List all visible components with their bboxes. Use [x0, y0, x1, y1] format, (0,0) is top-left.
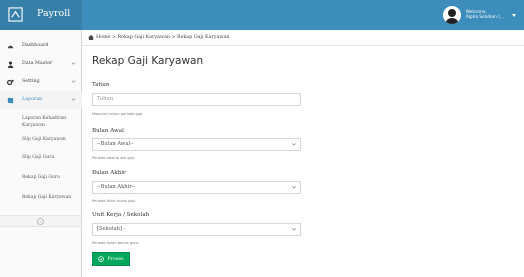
user-name: Alpha Solution (...: [465, 15, 504, 20]
bulan-awal-help: Periode awal bulan gaji.: [92, 156, 135, 160]
bulan-akhir-value: --Bulan Akhir--: [97, 184, 136, 190]
unit-kerja-label: Unit Kerja / Sekolah: [92, 212, 150, 218]
top-header: Payroll Welcome, Alpha Solution (...: [0, 0, 524, 30]
book-icon: [7, 97, 14, 104]
sidebar-item-data-master[interactable]: Data Master: [0, 55, 82, 73]
chevron-down-icon: [71, 98, 76, 101]
sidebar-item-label: Setting: [22, 79, 40, 84]
home-icon[interactable]: [88, 35, 94, 40]
chevron-down-icon: [512, 13, 516, 17]
brand-logo[interactable]: Payroll: [0, 0, 82, 30]
brand-name: Payroll: [37, 8, 71, 19]
chevron-down-icon: [292, 143, 296, 146]
sidebar-subitem-rekap-gaji-karyawan[interactable]: Rekap Gaji Karyawan: [0, 195, 82, 200]
sidebar-subitem-slip-gaji-guru[interactable]: Slip Gaji Guru: [0, 155, 82, 160]
sidebar-collapse-bar[interactable]: ‹: [0, 215, 81, 227]
user-menu[interactable]: Welcome, Alpha Solution (...: [442, 4, 516, 26]
tahun-label: Tahun: [92, 82, 110, 88]
sidebar-item-label: Dashboard: [22, 43, 49, 48]
bulan-akhir-label: Bulan Akhir: [92, 170, 126, 176]
sidebar-subitem-rekap-gaji-guru[interactable]: Rekap Gaji Guru: [0, 175, 82, 180]
tahun-help: Masukan tahun periode gaji.: [92, 112, 144, 116]
money-icon: [8, 7, 23, 22]
gears-icon: [7, 79, 14, 86]
bulan-awal-value: --Bulan Awal--: [97, 141, 134, 147]
sidebar-item-label: Laporan: [22, 97, 43, 102]
chevron-down-icon: [71, 62, 76, 65]
page-title: Rekap Gaji Karyawan: [92, 55, 204, 67]
unit-kerja-select[interactable]: [Sekolah] -: [92, 223, 301, 236]
bulan-akhir-select[interactable]: --Bulan Akhir--: [92, 181, 301, 194]
sidebar: Dashboard Data Master Setting Laporan La…: [0, 30, 82, 277]
avatar: [442, 6, 461, 24]
unit-kerja-help: Periode bulan bonus guru.: [92, 241, 140, 245]
sidebar-item-dashboard[interactable]: Dashboard: [0, 37, 82, 55]
sidebar-subitem-laporan-kehadiran[interactable]: Laporan Kehadiran Karyawan: [0, 115, 70, 129]
sidebar-item-laporan[interactable]: Laporan: [0, 91, 82, 109]
proses-button[interactable]: Proses: [92, 252, 130, 266]
user-greeting-block: Welcome, Alpha Solution (...: [466, 10, 504, 21]
bulan-akhir-help: Periode Akhir bulan gaji.: [92, 199, 136, 203]
sidebar-item-label: Data Master: [22, 61, 53, 66]
chevron-down-icon: [292, 186, 296, 189]
bulan-awal-label: Bulan Awal: [92, 128, 124, 134]
chevron-left-icon[interactable]: ‹: [37, 218, 44, 225]
tahun-input[interactable]: Tahun: [92, 93, 301, 106]
sidebar-subitem-slip-gaji-karyawan[interactable]: Slip Gaji Karyawan: [0, 137, 82, 142]
proses-button-label: Proses: [107, 256, 124, 262]
chevron-down-icon: [292, 228, 296, 231]
breadcrumb-text[interactable]: Home > Rekap Gaji Karyawan > Rekap Gaji …: [96, 35, 229, 40]
bulan-awal-select[interactable]: --Bulan Awal--: [92, 138, 301, 151]
breadcrumb: Home > Rekap Gaji Karyawan > Rekap Gaji …: [82, 30, 524, 46]
user-icon: [7, 61, 14, 68]
dashboard-icon: [7, 45, 14, 49]
unit-kerja-value: [Sekolah] -: [97, 226, 126, 232]
sidebar-item-setting[interactable]: Setting: [0, 73, 82, 91]
chevron-down-icon: [71, 80, 76, 83]
check-circle-icon: [98, 256, 105, 262]
